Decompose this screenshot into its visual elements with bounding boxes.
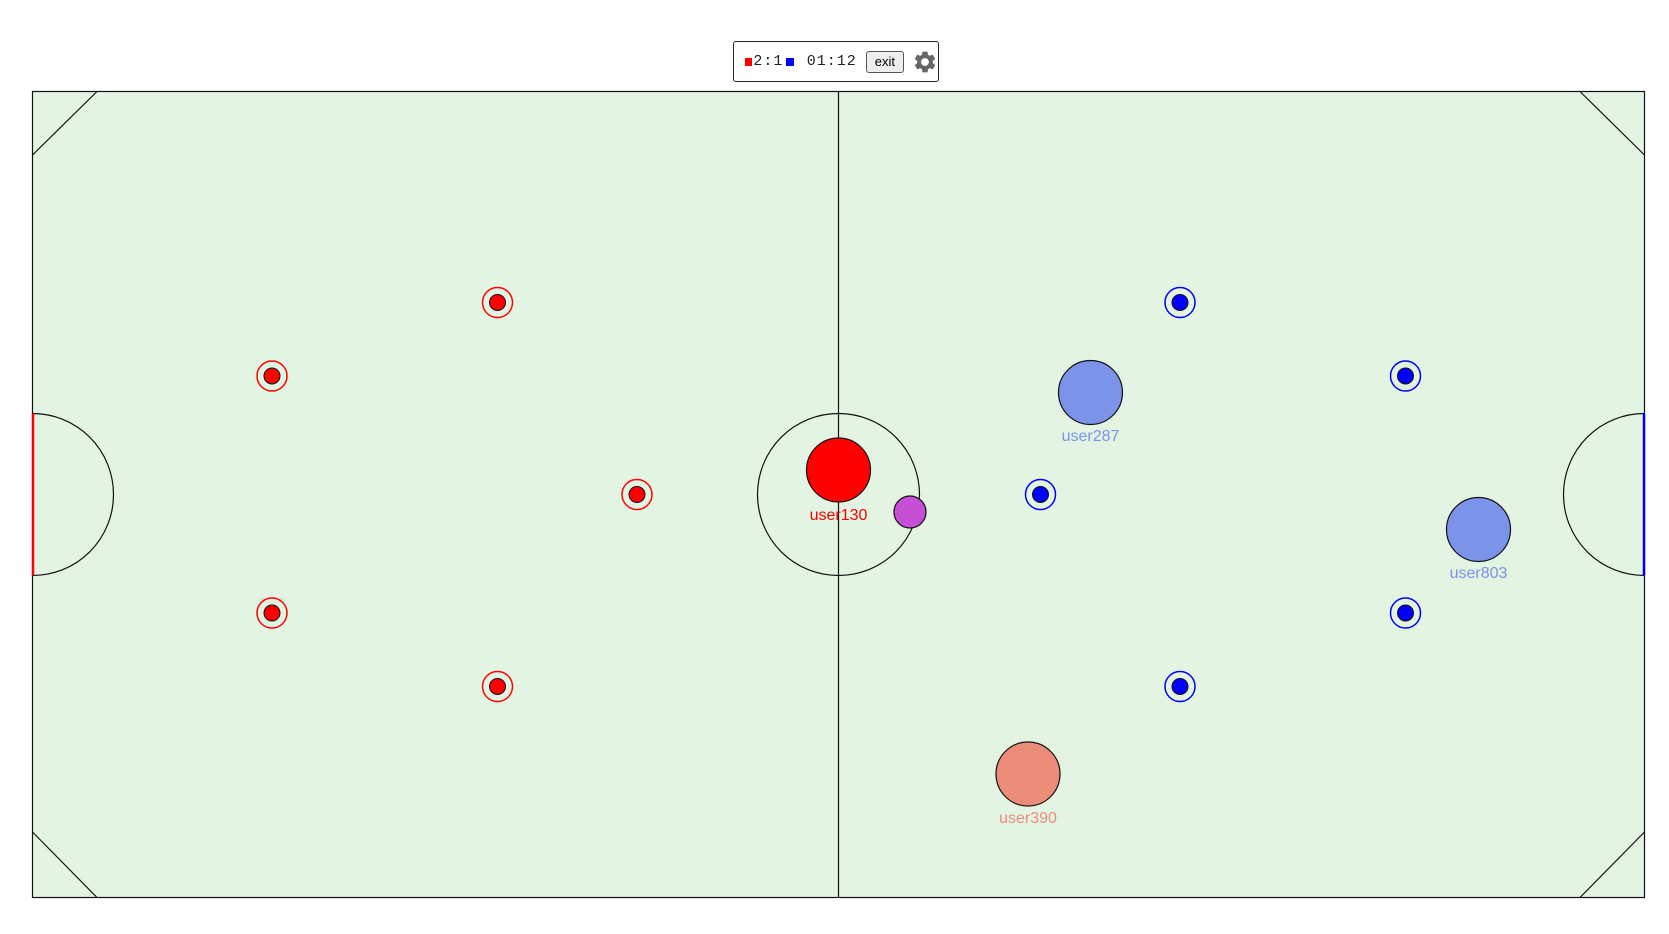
- player-name: user803: [1450, 565, 1508, 582]
- player-user390[interactable]: user390: [995, 741, 1061, 827]
- ball: [893, 495, 927, 529]
- pitch: user130 user287 user803 user390: [31, 90, 1646, 899]
- player-user287[interactable]: user287: [1057, 359, 1124, 446]
- player-name: user287: [1062, 428, 1120, 445]
- player-user130[interactable]: user130: [805, 437, 872, 524]
- player-name: user390: [999, 810, 1057, 827]
- player-name: user130: [810, 507, 868, 524]
- player-user803[interactable]: user803: [1445, 496, 1512, 583]
